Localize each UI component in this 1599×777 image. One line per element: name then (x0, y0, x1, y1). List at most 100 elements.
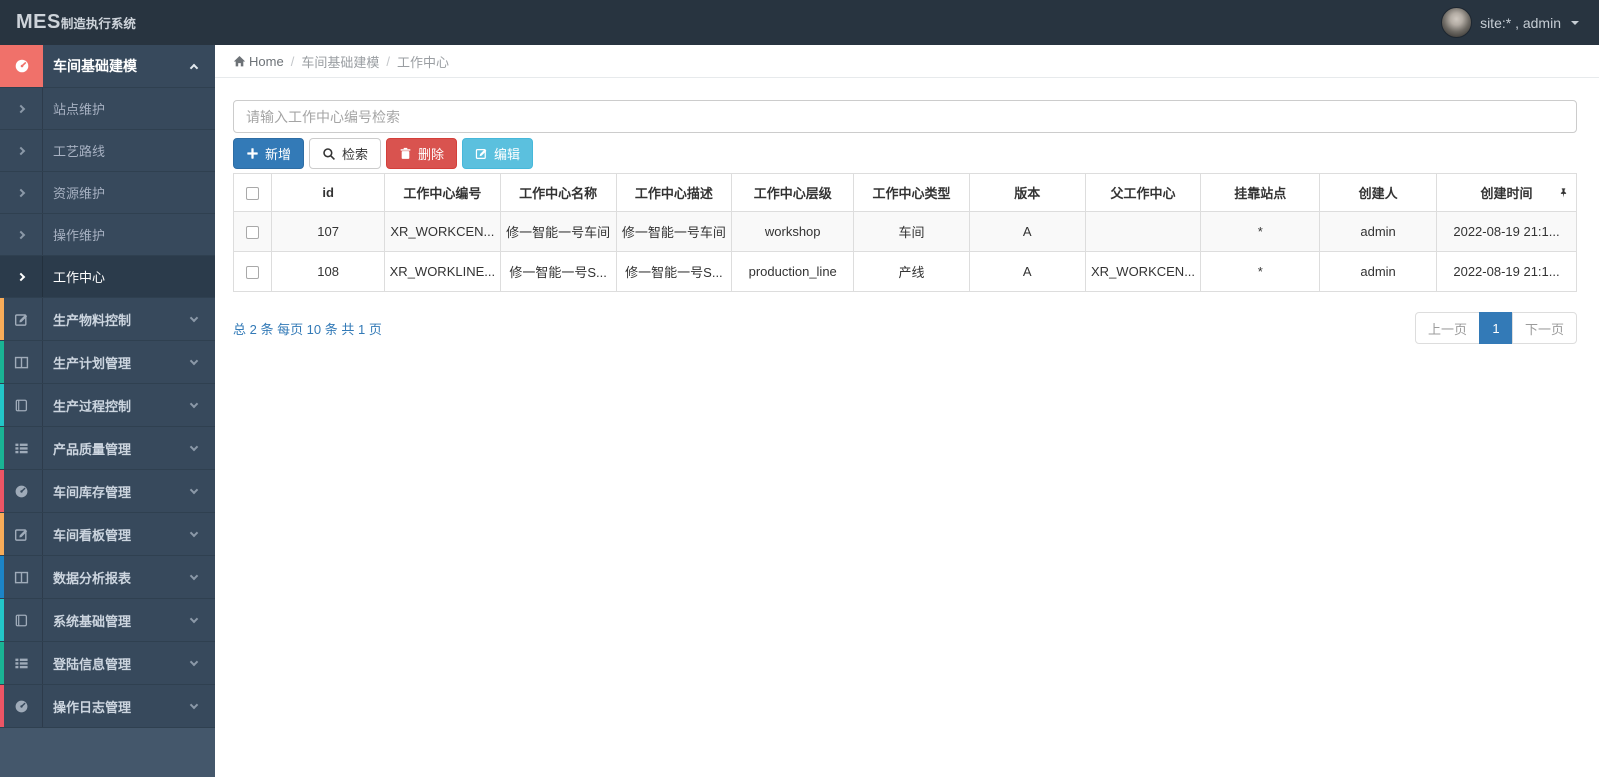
sidebar-group-item[interactable]: 操作日志管理 (0, 685, 215, 728)
sidebar-group-item[interactable]: 车间库存管理 (0, 470, 215, 513)
user-label: site:* , admin (1480, 14, 1561, 31)
app-logo: MES 制造执行系统 (16, 11, 136, 34)
select-all-checkbox[interactable] (246, 187, 260, 201)
chevron-down-icon (189, 657, 199, 666)
column-header[interactable]: id (271, 173, 385, 212)
group-icon-slot (0, 642, 43, 684)
table-cell: XR_WORKCEN... (1084, 251, 1202, 292)
pin-icon[interactable] (1558, 187, 1569, 198)
column-header[interactable]: 工作中心描述 (615, 173, 733, 212)
prev-page-button[interactable]: 上一页 (1414, 312, 1480, 344)
column-header[interactable]: 工作中心编号 (384, 173, 501, 212)
table-cell: 修一智能一号车间 (499, 211, 617, 252)
sidebar-group-item[interactable]: 生产物料控制 (0, 298, 215, 341)
table-cell: 修一智能一号S... (615, 251, 733, 292)
columns-icon (14, 356, 28, 368)
table-cell: 产线 (853, 251, 970, 292)
sidebar-groups: 生产物料控制 生产计划管理 生产过程控制 产品质量管理 车间库存管理 车间看板管… (0, 298, 215, 728)
table-cell: 车间 (853, 211, 970, 252)
next-page-button[interactable]: 下一页 (1511, 312, 1577, 344)
edit-button[interactable]: 编辑 (462, 138, 534, 169)
group-icon-slot (0, 470, 43, 512)
table-row[interactable]: 108 XR_WORKLINE... 修一智能一号S... 修一智能一号S... pro… (232, 251, 1578, 292)
group-item-label: 登陆信息管理 (53, 656, 132, 672)
group-item-label: 数据分析报表 (53, 570, 132, 586)
column-header[interactable]: 工作中心类型 (853, 173, 970, 212)
plus-icon (247, 148, 258, 159)
search-input[interactable] (233, 100, 1577, 133)
select-all-header (232, 173, 273, 212)
column-header[interactable]: 父工作中心 (1084, 173, 1202, 212)
table-cell: XR_WORKCEN... (384, 211, 501, 252)
current-page-button[interactable]: 1 (1478, 312, 1513, 344)
mes-application: MES 制造执行系统 site:* , admin 车间基础建模 站点维护 工艺… (0, 0, 1599, 777)
book-icon (15, 399, 27, 411)
group-item-label: 车间库存管理 (53, 484, 132, 500)
group-icon-slot (0, 599, 43, 641)
column-header[interactable]: 创建时间 (1435, 173, 1578, 212)
group-item-label: 生产物料控制 (53, 312, 132, 328)
category-color-strip (0, 298, 4, 340)
user-menu[interactable]: site:* , admin (1441, 7, 1579, 38)
submenu-item-label: 操作维护 (53, 228, 106, 243)
sidebar-group-item[interactable]: 系统基础管理 (0, 599, 215, 642)
breadcrumb-current-page: 工作中心 (396, 54, 449, 70)
sidebar-item-workshop-modeling[interactable]: 车间基础建模 (0, 45, 215, 88)
table-cell: 107 (271, 211, 385, 252)
chevron-down-icon (189, 614, 199, 623)
table-body: 107 XR_WORKCEN... 修一智能一号车间 修一智能一号车间 workshop… (232, 211, 1578, 292)
sidebar-group-item[interactable]: 生产计划管理 (0, 341, 215, 384)
sidebar-group-item[interactable]: 登陆信息管理 (0, 642, 215, 685)
table-cell: 2022-08-19 21:1... (1435, 251, 1578, 292)
tachometer-icon (15, 700, 27, 712)
sidebar-submenu-item[interactable]: 操作维护 (0, 214, 215, 256)
chevron-right-icon (0, 214, 43, 255)
sidebar-group-item[interactable]: 车间看板管理 (0, 513, 215, 556)
category-color-strip (0, 470, 4, 512)
chevron-right-icon (0, 256, 43, 297)
table-cell: * (1200, 251, 1321, 292)
pagination: 上一页 1 下一页 (1414, 312, 1577, 344)
chevron-down-icon (189, 528, 199, 537)
logo-secondary: 制造执行系统 (60, 17, 136, 31)
search-button[interactable]: 检索 (309, 138, 382, 169)
th-list-icon (14, 443, 28, 453)
group-item-label: 生产过程控制 (53, 398, 132, 414)
trash-icon (400, 147, 411, 159)
parent-icon-box (0, 45, 43, 87)
th-list-icon (14, 658, 28, 668)
delete-button[interactable]: 删除 (386, 138, 458, 169)
add-button[interactable]: 新增 (233, 138, 305, 169)
row-checkbox[interactable] (246, 226, 260, 240)
column-header[interactable]: 挂靠站点 (1200, 173, 1321, 212)
category-color-strip (0, 427, 4, 469)
sidebar-parent-label: 车间基础建模 (53, 58, 137, 74)
sidebar-submenu-item[interactable]: 站点维护 (0, 88, 215, 130)
record-summary: 总 2 条 每页 10 条 共 1 页 (233, 321, 382, 337)
sidebar: 车间基础建模 站点维护 工艺路线 资源维护 操作维护 工作中心 生产物料控制 生… (0, 45, 215, 777)
row-checkbox[interactable] (246, 266, 260, 280)
sidebar-group-item[interactable]: 生产过程控制 (0, 384, 215, 427)
table-cell: 108 (271, 251, 385, 292)
column-header[interactable]: 工作中心层级 (731, 173, 855, 212)
table-cell: 修一智能一号车间 (615, 211, 733, 252)
edit-icon (14, 528, 27, 541)
column-header[interactable]: 工作中心名称 (499, 173, 617, 212)
column-header[interactable]: 版本 (968, 173, 1086, 212)
edit-icon (475, 148, 487, 159)
columns-icon (14, 571, 28, 583)
sidebar-submenu-item[interactable]: 资源维护 (0, 172, 215, 214)
breadcrumb-link-workshop-modeling[interactable]: 车间基础建模 (301, 52, 379, 71)
user-avatar[interactable] (1441, 7, 1473, 38)
sidebar-submenu-item[interactable]: 工艺路线 (0, 130, 215, 172)
table-row[interactable]: 107 XR_WORKCEN... 修一智能一号车间 修一智能一号车间 workshop… (232, 211, 1578, 252)
group-icon-slot (0, 427, 43, 469)
sidebar-submenu-item[interactable]: 工作中心 (0, 256, 215, 298)
category-color-strip (0, 513, 4, 555)
table-cell: 2022-08-19 21:1... (1435, 211, 1578, 252)
sidebar-group-item[interactable]: 产品质量管理 (0, 427, 215, 470)
sidebar-group-item[interactable]: 数据分析报表 (0, 556, 215, 599)
column-header[interactable]: 创建人 (1319, 173, 1437, 212)
breadcrumb-home-link[interactable]: Home (233, 54, 284, 69)
table-cell: 修一智能一号S... (499, 251, 617, 292)
